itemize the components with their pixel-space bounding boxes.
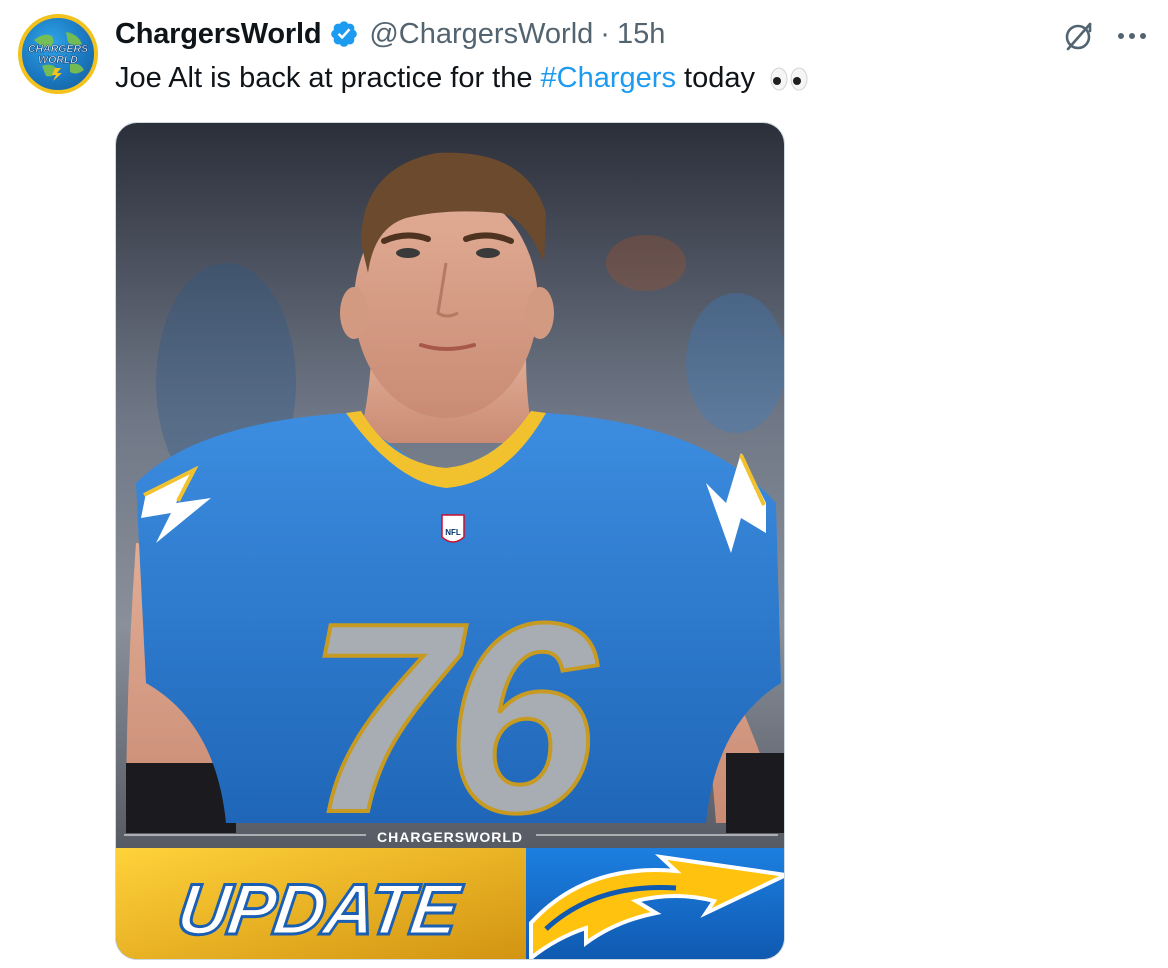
nfl-badge: NFL [445, 528, 461, 537]
avatar[interactable]: CHARGERS WORLD [18, 14, 98, 94]
verified-badge-icon[interactable] [329, 19, 359, 49]
hashtag-link[interactable]: #Chargers [541, 62, 676, 94]
more-options-icon[interactable] [1115, 26, 1149, 46]
avatar-line2: WORLD [38, 54, 78, 66]
tweet-text-after: today [675, 62, 755, 94]
separator-dot: · [600, 17, 610, 50]
handle[interactable]: @ChargersWorld [369, 18, 593, 51]
tweet-text: Joe Alt is back at practice for the #Cha… [115, 58, 809, 98]
update-banner-text: UPDATE [171, 869, 464, 952]
eyes-emoji [770, 67, 808, 91]
display-name[interactable]: ChargersWorld [115, 18, 322, 51]
timestamp[interactable]: 15h [617, 18, 665, 51]
watermark: CHARGERSWORLD [377, 829, 523, 845]
tweet-text-before: Joe Alt is back at practice for the [115, 62, 541, 94]
tweet-media-image[interactable]: NFL 76 CHARGERSWORLD UPDATE [115, 122, 785, 960]
tweet-header: ChargersWorld @ChargersWorld · 15h [115, 14, 665, 54]
grok-icon[interactable] [1060, 18, 1096, 54]
jersey-number: 76 [306, 568, 598, 869]
tweet[interactable]: CHARGERS WORLD ChargersWorld @ChargersWo… [0, 0, 1168, 968]
globe-logo: CHARGERS WORLD [28, 32, 88, 81]
